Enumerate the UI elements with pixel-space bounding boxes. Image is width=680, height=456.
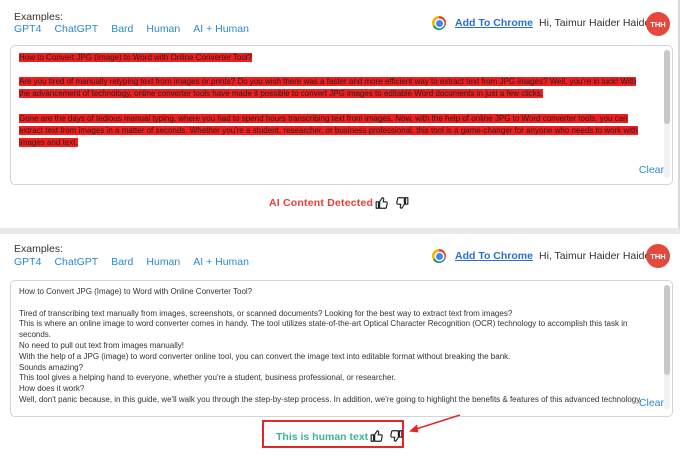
scrollbar-track[interactable] [664, 285, 670, 409]
add-to-chrome-link[interactable]: Add To Chrome [455, 17, 533, 29]
add-to-chrome-link[interactable]: Add To Chrome [455, 250, 533, 262]
example-link-chatgpt[interactable]: ChatGPT [54, 256, 98, 268]
text-line: How to Convert JPG (Image) to Word with … [19, 287, 253, 296]
example-link-bard[interactable]: Bard [111, 23, 133, 35]
example-link-bard[interactable]: Bard [111, 256, 133, 268]
scrollbar-thumb[interactable] [664, 285, 670, 375]
detection-result-label: AI Content Detected [269, 197, 374, 209]
example-link-ai-human[interactable]: AI + Human [193, 23, 249, 35]
text-line: This is where an online image to word co… [19, 319, 628, 340]
thumbs-down-icon[interactable] [389, 429, 403, 443]
example-link-chatgpt[interactable]: ChatGPT [54, 23, 98, 35]
highlighted-sentence: How to Convert JPG (Image) to Word with … [19, 53, 253, 62]
example-link-human[interactable]: Human [146, 256, 180, 268]
detector-panel-ai: Examples: GPT4 ChatGPT Bard Human AI + Human… [0, 0, 680, 228]
clear-button[interactable]: Clear [639, 397, 664, 409]
text-line: How does it work? [19, 384, 85, 394]
example-links: GPT4 ChatGPT Bard Human AI + Human [14, 256, 262, 268]
user-greeting: Hi, Taimur Haider Haider [539, 17, 654, 29]
user-greeting: Hi, Taimur Haider Haider [539, 250, 654, 262]
text-line: Sounds amazing? [19, 362, 84, 372]
clear-button[interactable]: Clear [639, 164, 664, 176]
chrome-icon[interactable] [432, 16, 446, 30]
example-link-gpt4[interactable]: GPT4 [14, 256, 41, 268]
input-text[interactable]: How to Convert JPG (Image) to Word with … [19, 52, 649, 161]
text-input-area[interactable]: How to Convert JPG (Image) to Word with … [10, 45, 673, 185]
example-links: GPT4 ChatGPT Bard Human AI + Human [14, 23, 262, 35]
thumbs-up-icon[interactable] [375, 196, 389, 210]
examples-label: Examples: [14, 11, 64, 23]
scrollbar-thumb[interactable] [664, 50, 670, 124]
text-line: With the help of a JPG (image) to word c… [19, 351, 511, 361]
text-line: No need to pull out text from images man… [19, 340, 184, 350]
input-text[interactable]: How to Convert JPG (Image) to Word with … [19, 287, 659, 406]
text-line: Well, don't panic because, in this guide… [19, 394, 642, 404]
highlighted-paragraph: Gone are the days of tedious manual typi… [19, 113, 638, 148]
avatar[interactable]: THH [646, 244, 670, 268]
text-input-area[interactable]: How to Convert JPG (Image) to Word with … [10, 280, 673, 417]
text-line: Tired of transcribing text manually from… [19, 308, 513, 318]
examples-label: Examples: [14, 243, 64, 255]
detection-result-label: This is human text [276, 431, 369, 443]
annotation-arrow-icon [409, 414, 461, 433]
text-line: This tool gives a helping hand to everyo… [19, 373, 396, 383]
chrome-icon[interactable] [432, 249, 446, 263]
avatar[interactable]: THH [646, 12, 670, 36]
example-link-gpt4[interactable]: GPT4 [14, 23, 41, 35]
scrollbar-track[interactable] [664, 50, 670, 178]
highlighted-paragraph: Are you tired of manually retyping text … [19, 77, 637, 99]
example-link-human[interactable]: Human [146, 23, 180, 35]
example-link-ai-human[interactable]: AI + Human [193, 256, 249, 268]
thumbs-down-icon[interactable] [395, 196, 409, 210]
thumbs-up-icon[interactable] [370, 429, 384, 443]
